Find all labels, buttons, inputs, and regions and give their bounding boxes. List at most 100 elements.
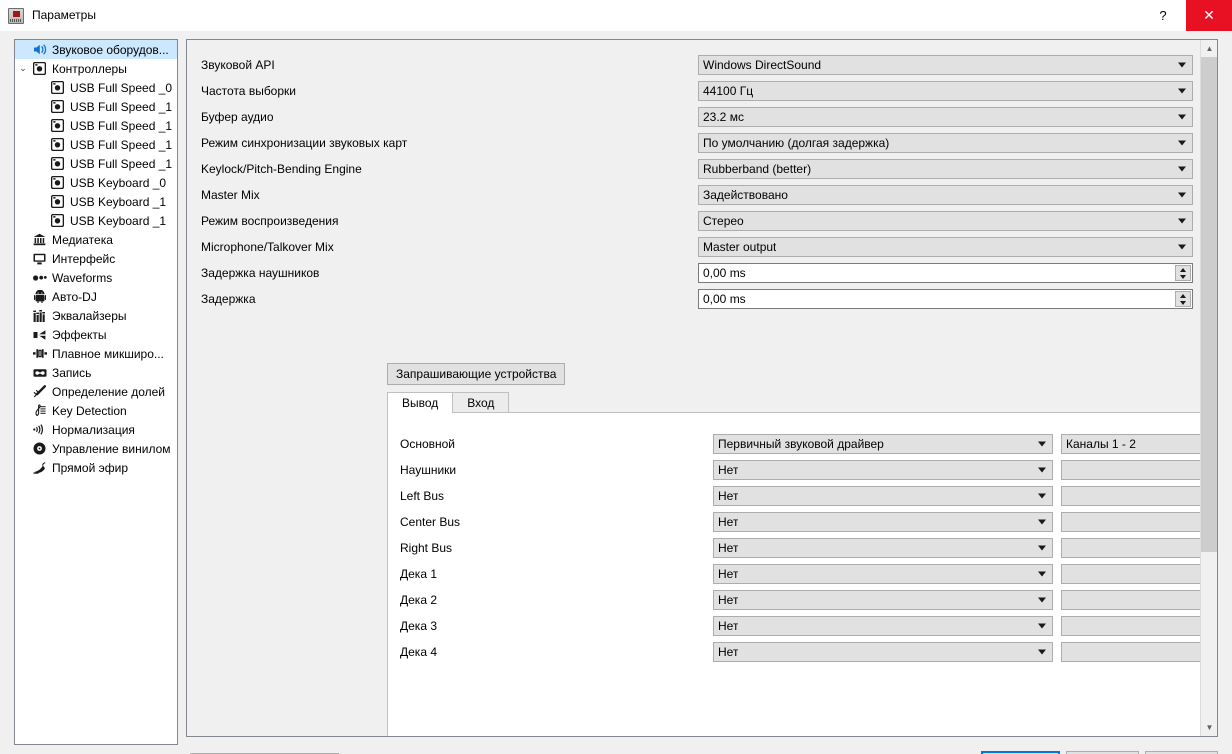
output-channel-dropdown[interactable] — [1061, 616, 1217, 636]
tree-item[interactable]: Waveforms — [15, 268, 177, 287]
output-channel-dropdown[interactable] — [1061, 486, 1217, 506]
tree-item-label: Waveforms — [52, 270, 113, 285]
tree-item[interactable]: Эффекты — [15, 325, 177, 344]
spinner-down-icon[interactable] — [1176, 299, 1190, 306]
tab-panel-output: Основной Первичный звуковой драйвер Каналы… — [387, 412, 1217, 736]
setting-spinner[interactable]: 0,00 ms — [698, 263, 1193, 283]
spinner-buttons[interactable] — [1175, 291, 1191, 307]
recording-icon — [31, 368, 48, 378]
close-button[interactable]: ✕ — [1186, 0, 1232, 31]
output-device-dropdown[interactable]: Нет — [713, 486, 1053, 506]
tree-item-label: Определение долей — [52, 384, 165, 399]
tab-label: Вывод — [402, 396, 439, 410]
output-channel-dropdown[interactable] — [1061, 564, 1217, 584]
output-device-dropdown[interactable]: Нет — [713, 564, 1053, 584]
scroll-up-button[interactable]: ▲ — [1201, 40, 1217, 57]
tree-item[interactable]: Key Detection — [15, 401, 177, 420]
tree-item[interactable]: Определение долей — [15, 382, 177, 401]
tree-item[interactable]: USB Keyboard _0 — [15, 173, 177, 192]
output-channel-dropdown[interactable] — [1061, 642, 1217, 662]
vertical-scrollbar[interactable]: ▲ ▼ — [1200, 40, 1217, 736]
chevron-down-icon — [1178, 62, 1186, 68]
setting-row: Задержка 0,00 ms — [187, 286, 1200, 312]
chevron-down-icon[interactable]: ⌄ — [15, 64, 31, 73]
tree-item[interactable]: Нормализация — [15, 420, 177, 439]
output-device-label: Center Bus — [400, 515, 461, 529]
output-device-row: Left Bus Нет — [388, 483, 1217, 509]
output-device-dropdown[interactable]: Первичный звуковой драйвер — [713, 434, 1053, 454]
setting-dropdown[interactable]: Rubberband (better) — [698, 159, 1193, 179]
settings-tree[interactable]: Звуковое оборудов... ⌄ Контроллеры USB Full… — [14, 39, 178, 745]
spinner-buttons[interactable] — [1175, 265, 1191, 281]
tree-item[interactable]: Прямой эфир — [15, 458, 177, 477]
setting-label: Частота выборки — [201, 84, 296, 98]
output-device-row: Основной Первичный звуковой драйвер Каналы… — [388, 431, 1217, 457]
output-channel-dropdown[interactable] — [1061, 538, 1217, 558]
spinner-up-icon[interactable] — [1176, 292, 1190, 299]
setting-label: Звуковой API — [201, 58, 275, 72]
setting-label: Задержка — [201, 292, 256, 306]
tree-item[interactable]: USB Full Speed _0 — [15, 78, 177, 97]
setting-spinner[interactable]: 0,00 ms — [698, 289, 1193, 309]
window-title: Параметры — [32, 8, 96, 22]
setting-label: Режим синхронизации звуковых карт — [201, 136, 408, 150]
tree-item[interactable]: USB Full Speed _1 — [15, 154, 177, 173]
setting-dropdown[interactable]: Master output — [698, 237, 1193, 257]
setting-dropdown[interactable]: По умолчанию (долгая задержка) — [698, 133, 1193, 153]
tree-item[interactable]: USB Full Speed _1 — [15, 97, 177, 116]
output-device-label: Right Bus — [400, 541, 453, 555]
output-device-dropdown[interactable]: Нет — [713, 512, 1053, 532]
output-device-dropdown[interactable]: Нет — [713, 642, 1053, 662]
output-channel-dropdown[interactable]: Каналы 1 - 2 — [1061, 434, 1217, 454]
tree-item[interactable]: Медиатека — [15, 230, 177, 249]
tree-item[interactable]: USB Keyboard _1 — [15, 211, 177, 230]
tree-item[interactable]: Эквалайзеры — [15, 306, 177, 325]
scroll-down-button[interactable]: ▼ — [1201, 719, 1217, 736]
effects-icon — [31, 329, 48, 341]
output-channel-dropdown[interactable] — [1061, 460, 1217, 480]
output-device-dropdown[interactable]: Нет — [713, 460, 1053, 480]
tree-item[interactable]: Запись — [15, 363, 177, 382]
controller-icon — [31, 62, 48, 75]
setting-dropdown[interactable]: 23.2 мс — [698, 107, 1193, 127]
tree-item[interactable]: ⌄ Контроллеры — [15, 59, 177, 78]
tree-item-label: Авто-DJ — [52, 289, 97, 304]
controller-icon — [49, 138, 66, 151]
tab-strip[interactable]: Вывод Вход — [387, 392, 1217, 413]
setting-dropdown[interactable]: Стерео — [698, 211, 1193, 231]
tree-item[interactable]: USB Full Speed _1 — [15, 116, 177, 135]
setting-dropdown[interactable]: 44100 Гц — [698, 81, 1193, 101]
setting-row: Keylock/Pitch-Bending Engine Rubberband (… — [187, 156, 1200, 182]
help-button[interactable]: ? — [1140, 0, 1186, 31]
window-controls: ? ✕ — [1140, 0, 1232, 31]
dropdown-value: 44100 Гц — [703, 84, 754, 98]
output-device-label: Left Bus — [400, 489, 445, 503]
dropdown-value: Нет — [718, 645, 739, 659]
tree-item[interactable]: Плавное микширо... — [15, 344, 177, 363]
tree-item[interactable]: Интерфейс — [15, 249, 177, 268]
query-devices-button[interactable]: Запрашивающие устройства — [387, 363, 566, 385]
scrollbar-thumb[interactable] — [1201, 57, 1217, 552]
tree-item[interactable]: USB Full Speed _1 — [15, 135, 177, 154]
output-channel-dropdown[interactable] — [1061, 590, 1217, 610]
mixer-icon — [8, 7, 24, 24]
tree-item[interactable]: Авто-DJ — [15, 287, 177, 306]
tab-output[interactable]: Вывод — [387, 392, 454, 413]
tree-item[interactable]: Звуковое оборудов... — [15, 40, 177, 59]
setting-row: Звуковой API Windows DirectSound — [187, 52, 1200, 78]
setting-row: Master Mix Задействовано — [187, 182, 1200, 208]
setting-dropdown[interactable]: Windows DirectSound — [698, 55, 1193, 75]
tree-item[interactable]: Управление винилом — [15, 439, 177, 458]
spinner-up-icon[interactable] — [1176, 266, 1190, 273]
tab-input[interactable]: Вход — [452, 392, 510, 413]
setting-row: Буфер аудио 23.2 мс — [187, 104, 1200, 130]
tree-item[interactable]: USB Keyboard _1 — [15, 192, 177, 211]
output-channel-dropdown[interactable] — [1061, 512, 1217, 532]
chevron-down-icon — [1038, 649, 1046, 655]
output-device-dropdown[interactable]: Нет — [713, 590, 1053, 610]
output-device-dropdown[interactable]: Нет — [713, 538, 1053, 558]
spinner-down-icon[interactable] — [1176, 273, 1190, 280]
setting-label: Microphone/Talkover Mix — [201, 240, 334, 254]
output-device-dropdown[interactable]: Нет — [713, 616, 1053, 636]
setting-dropdown[interactable]: Задействовано — [698, 185, 1193, 205]
